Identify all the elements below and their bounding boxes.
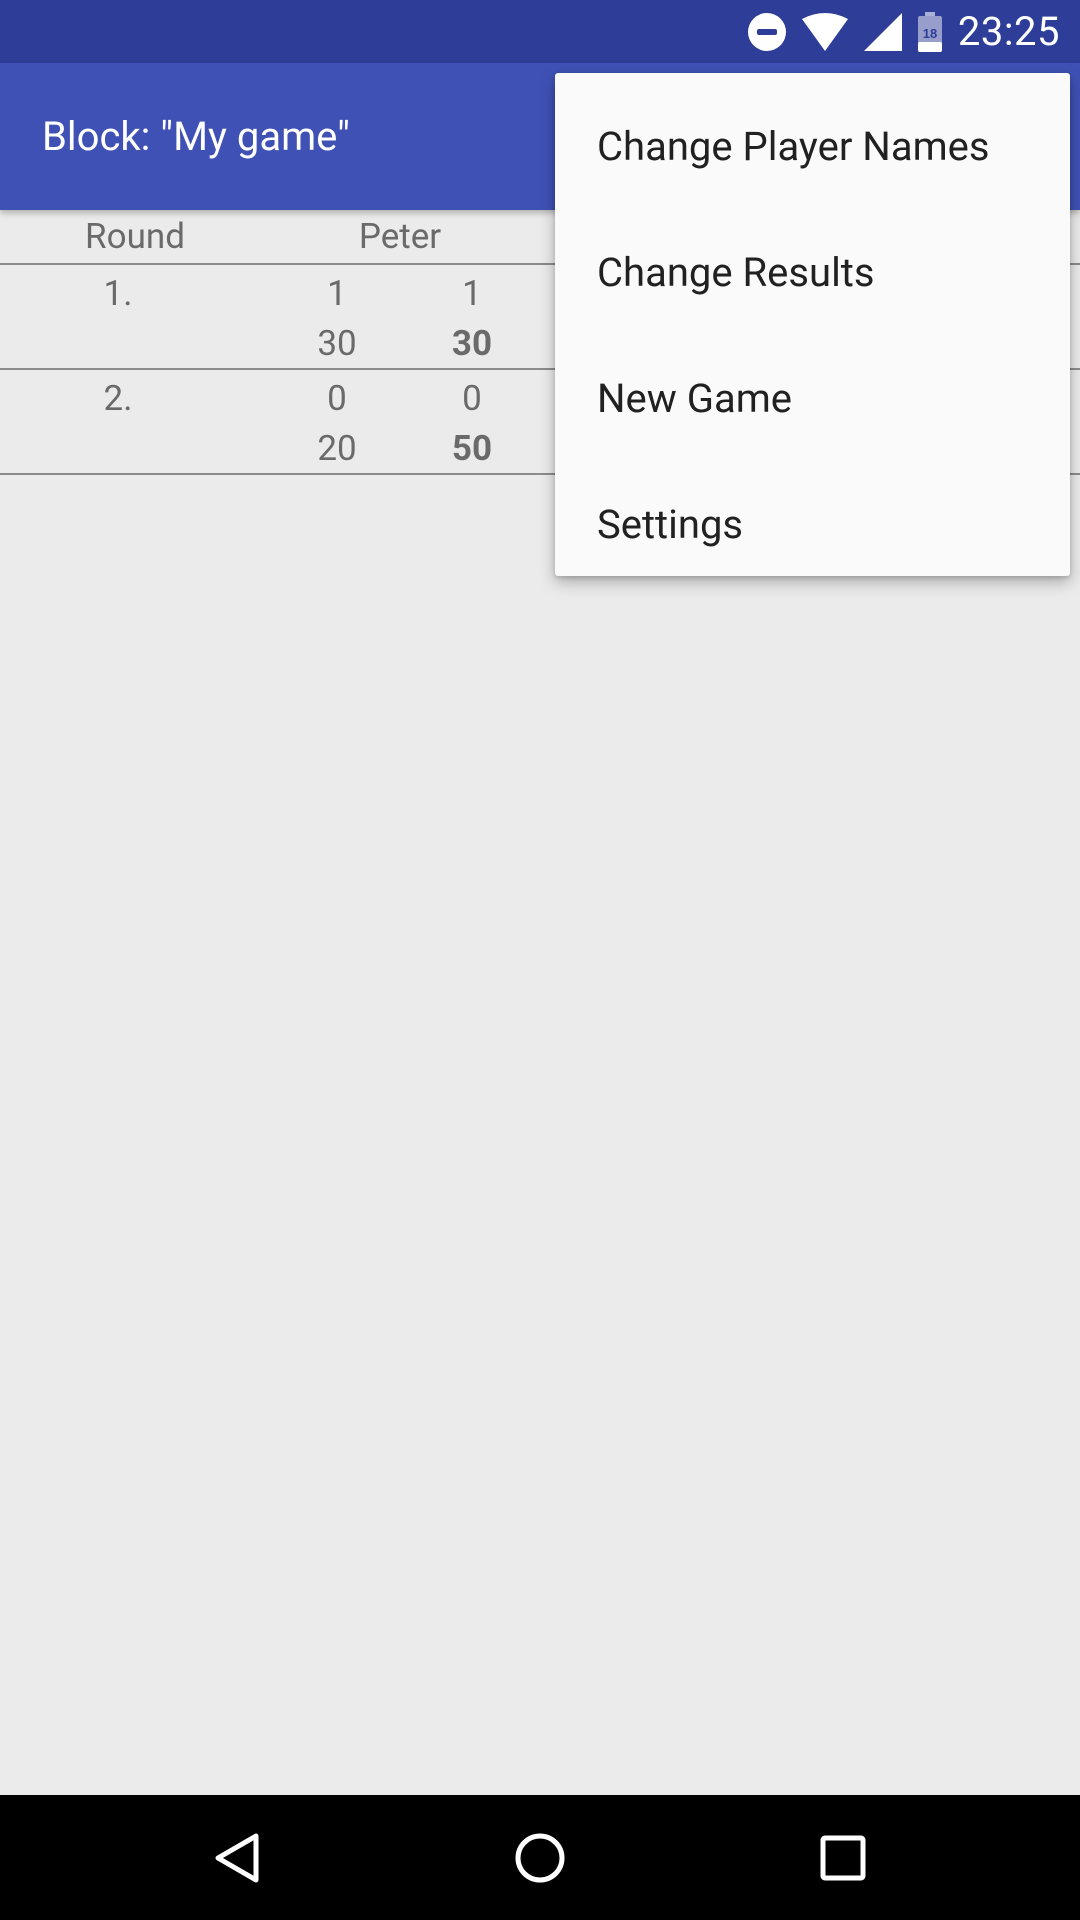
battery-icon: 18 [917,11,942,52]
battery-level-label: 18 [923,26,937,41]
back-button[interactable] [177,1795,297,1920]
status-icons: 18 23:25 [747,0,1060,63]
player-points: 30 [317,323,357,364]
cumulative-value: 1 [462,273,482,314]
wifi-icon [801,12,848,51]
round-label: 1. [103,273,133,314]
menu-item-settings[interactable]: Settings [555,462,1070,588]
recents-icon [820,1835,866,1880]
column-header-round: Round [85,216,185,257]
total-points: 30 [451,323,493,364]
back-icon [215,1833,259,1882]
home-icon [515,1833,565,1882]
app-title: Block: "My game" [42,113,350,160]
navigation-bar [0,1795,1080,1920]
player-value: 1 [327,273,347,314]
total-points: 50 [451,428,493,469]
round-label: 2. [103,378,133,419]
recents-button[interactable] [783,1795,903,1920]
menu-item-change-results[interactable]: Change Results [555,210,1070,336]
status-time: 23:25 [957,8,1060,55]
status-bar: 18 23:25 [0,0,1080,63]
player-points: 20 [317,428,357,469]
menu-item-new-game[interactable]: New Game [555,336,1070,462]
overflow-menu: Change Player Names Change Results New G… [555,73,1070,576]
cell-signal-icon [863,12,902,51]
cumulative-value: 0 [462,378,482,419]
home-button[interactable] [480,1795,600,1920]
player-value: 0 [327,378,347,419]
menu-item-change-player-names[interactable]: Change Player Names [555,84,1070,210]
column-header-player: Peter [358,216,442,257]
do-not-disturb-icon [747,12,786,51]
